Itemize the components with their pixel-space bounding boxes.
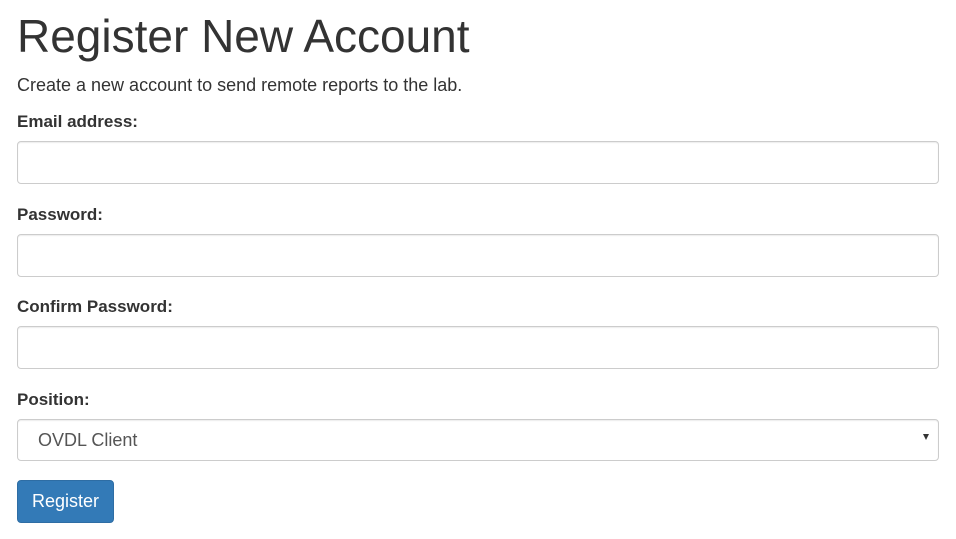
page-subtitle: Create a new account to send remote repo… xyxy=(17,75,463,95)
register-button[interactable]: Register xyxy=(17,480,114,523)
password-field[interactable] xyxy=(17,234,939,277)
position-select[interactable]: OVDL Client xyxy=(17,419,939,461)
email-field[interactable] xyxy=(17,141,939,184)
page-title: Register New Account xyxy=(17,10,470,62)
confirm-password-field[interactable] xyxy=(17,326,939,369)
position-selected-value: OVDL Client xyxy=(38,430,138,450)
email-label: Email address: xyxy=(17,112,138,131)
position-label: Position: xyxy=(17,390,90,409)
confirm-password-label: Confirm Password: xyxy=(17,297,173,316)
password-label: Password: xyxy=(17,205,103,224)
chevron-down-icon xyxy=(923,434,929,440)
